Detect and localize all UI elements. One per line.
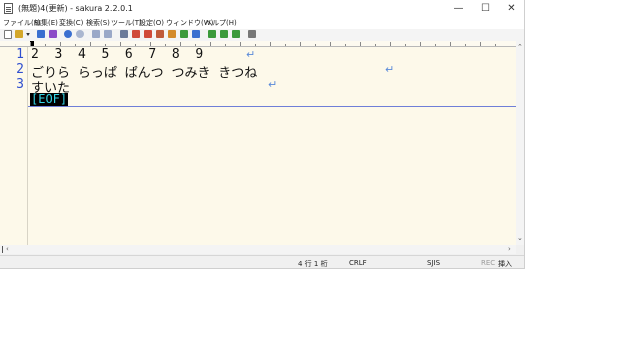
scroll-right-icon[interactable]: › bbox=[508, 245, 511, 254]
cursor-position: 4 行 1 桁 bbox=[298, 260, 328, 268]
back-icon[interactable] bbox=[92, 30, 100, 38]
cut-icon[interactable] bbox=[232, 30, 240, 38]
menu-bar: ファイル(F) 編集(E) 変換(C) 検索(S) ツール(T) 設定(O) ウ… bbox=[0, 17, 524, 29]
eof-marker: [EOF] bbox=[30, 92, 69, 106]
close-button[interactable]: ✕ bbox=[498, 0, 524, 17]
line-number: 2 bbox=[16, 62, 24, 77]
scroll-down-icon[interactable]: ⌄ bbox=[517, 234, 523, 243]
search-icon[interactable] bbox=[120, 30, 128, 38]
rec-indicator: REC bbox=[481, 259, 496, 267]
insert-mode[interactable]: 挿入 bbox=[498, 259, 512, 268]
horizontal-scrollbar[interactable]: ‹ › bbox=[0, 245, 516, 254]
save-icon[interactable] bbox=[37, 30, 45, 38]
jump-icon[interactable] bbox=[192, 30, 200, 38]
status-bar: 4 行 1 桁 CRLF SJIS REC 挿入 bbox=[0, 255, 524, 268]
minimize-button[interactable]: — bbox=[445, 0, 472, 17]
line-number: 1 bbox=[16, 47, 24, 62]
encoding[interactable]: SJIS bbox=[427, 259, 440, 267]
cursor-underline bbox=[28, 106, 516, 107]
app-icon bbox=[4, 3, 13, 14]
open-file-icon[interactable] bbox=[15, 30, 23, 38]
paste-icon[interactable] bbox=[220, 30, 228, 38]
line-ending[interactable]: CRLF bbox=[349, 259, 367, 267]
menu-tools[interactable]: ツール(T) bbox=[111, 18, 142, 28]
title-bar[interactable]: (無題)4(更新) - sakura 2.2.0.1 — ☐ ✕ bbox=[0, 0, 524, 17]
search-next-icon[interactable] bbox=[144, 30, 152, 38]
menu-search[interactable]: 検索(S) bbox=[86, 18, 110, 28]
maximize-button[interactable]: ☐ bbox=[472, 0, 499, 17]
save-as-icon[interactable] bbox=[49, 30, 57, 38]
return-mark-icon: ↵ bbox=[385, 63, 395, 76]
gutter-separator bbox=[27, 47, 28, 245]
menu-edit[interactable]: 編集(E) bbox=[34, 18, 58, 28]
search-prev-icon[interactable] bbox=[132, 30, 140, 38]
scroll-left-icon[interactable]: ‹ bbox=[6, 245, 9, 254]
forward-icon[interactable] bbox=[104, 30, 112, 38]
return-mark-icon: ↵ bbox=[268, 78, 278, 91]
open-dropdown-icon[interactable] bbox=[26, 33, 30, 36]
window-title: (無題)4(更新) - sakura 2.2.0.1 bbox=[18, 4, 133, 13]
line-number: 3 bbox=[16, 77, 24, 92]
redo-icon[interactable] bbox=[76, 30, 84, 38]
menu-settings[interactable]: 設定(O) bbox=[139, 18, 164, 28]
menu-convert[interactable]: 変換(C) bbox=[59, 18, 83, 28]
scroll-left-bound bbox=[2, 246, 3, 253]
editor-area[interactable]: 1 2 3 2 3 4 5 6 7 8 9 ↵ ごりら らっぱ ぱんつ つみき … bbox=[0, 47, 516, 245]
undo-icon[interactable] bbox=[64, 30, 72, 38]
app-window: (無題)4(更新) - sakura 2.2.0.1 — ☐ ✕ ファイル(F)… bbox=[0, 0, 525, 269]
menu-help[interactable]: ヘルプ(H) bbox=[205, 18, 237, 28]
scroll-up-icon[interactable]: ⌃ bbox=[517, 43, 523, 52]
vertical-scrollbar[interactable]: ⌃ ⌄ bbox=[516, 41, 524, 245]
return-mark-icon: ↵ bbox=[246, 48, 256, 61]
grep-icon[interactable] bbox=[180, 30, 188, 38]
text-line: 2 3 4 5 6 7 8 9 bbox=[31, 47, 204, 62]
new-file-icon[interactable] bbox=[4, 30, 12, 39]
settings-icon[interactable] bbox=[248, 30, 256, 38]
copy-icon[interactable] bbox=[208, 30, 216, 38]
replace-icon[interactable] bbox=[156, 30, 164, 38]
mark-icon[interactable] bbox=[168, 30, 176, 38]
